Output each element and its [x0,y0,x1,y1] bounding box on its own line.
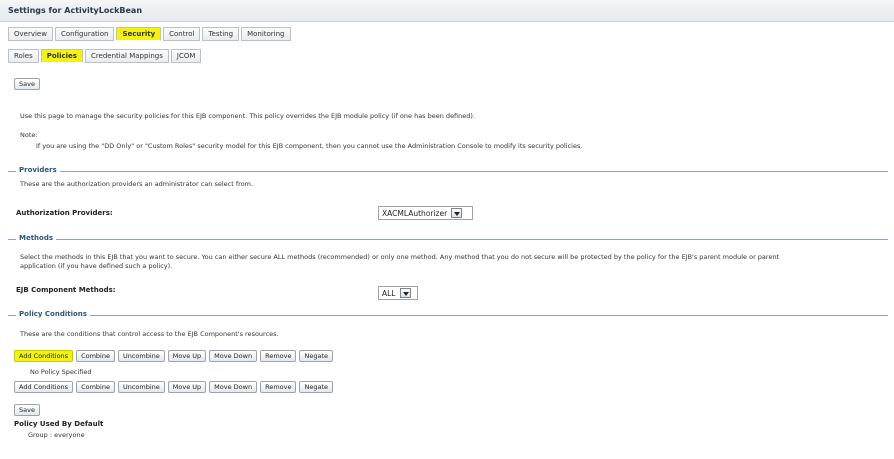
providers-section: Providers [8,166,888,176]
note-text: If you are using the "DD Only" or "Custo… [36,142,583,150]
uncombine-button[interactable]: Uncombine [117,381,165,393]
subtab-credential-mappings[interactable]: Credential Mappings [84,49,169,63]
negate-button[interactable]: Negate [299,350,334,362]
no-policy-text: No Policy Specified [30,368,92,376]
negate-button[interactable]: Negate [299,381,334,393]
tab-control[interactable]: Control [163,27,201,41]
chevron-down-icon[interactable] [451,208,463,218]
methods-desc-line1: Select the methods in this EJB that you … [20,253,780,261]
remove-button[interactable]: Remove [260,350,297,362]
main-tabs: Overview Configuration Security Control … [8,27,293,41]
tab-overview[interactable]: Overview [8,27,53,41]
intro-text: Use this page to manage the security pol… [20,112,476,120]
authorization-providers-value: XACMLAuthorizer [382,208,448,218]
add-conditions-button[interactable]: Add Conditions [14,350,74,362]
condition-buttons-top: Add Conditions Combine Uncombine Move Up… [14,350,334,362]
authorization-providers-select[interactable]: XACMLAuthorizer [378,206,473,220]
default-policy-heading: Policy Used By Default [14,420,104,428]
sub-tabs: Roles Policies Credential Mappings JCOM [8,49,203,63]
subtab-roles[interactable]: Roles [8,49,39,63]
save-button-top[interactable]: Save [14,78,40,90]
ejb-component-methods-value: ALL [382,288,396,298]
move-down-button[interactable]: Move Down [209,350,258,362]
chevron-down-icon[interactable] [399,288,411,298]
move-up-button[interactable]: Move Up [167,350,207,362]
move-up-button[interactable]: Move Up [167,381,207,393]
tab-security[interactable]: Security [116,27,162,41]
save-button-bottom[interactable]: Save [14,404,40,416]
policy-conditions-desc: These are the conditions that control ac… [20,330,279,338]
authorization-providers-label: Authorization Providers: [16,209,113,217]
combine-button[interactable]: Combine [76,381,115,393]
default-policy-value: Group : everyone [28,431,85,439]
subtab-policies[interactable]: Policies [40,49,83,63]
title-bar: Settings for ActivityLockBean [0,0,894,22]
ejb-component-methods-label: EJB Component Methods: [16,286,116,294]
providers-heading: Providers [16,166,60,174]
note-label: Note: [20,131,38,139]
tab-testing[interactable]: Testing [202,27,240,41]
remove-button[interactable]: Remove [260,381,297,393]
add-conditions-button[interactable]: Add Conditions [14,381,74,393]
methods-heading: Methods [16,234,57,242]
page-title: Settings for ActivityLockBean [8,6,143,15]
policy-conditions-heading: Policy Conditions [16,310,90,318]
policy-conditions-section: Policy Conditions [8,310,888,320]
combine-button[interactable]: Combine [76,350,115,362]
providers-desc: These are the authorization providers an… [20,180,254,188]
subtab-jcom[interactable]: JCOM [170,49,202,63]
tab-monitoring[interactable]: Monitoring [241,27,291,41]
methods-desc-line2: application (if you have defined such a … [20,262,173,270]
ejb-component-methods-select[interactable]: ALL [378,286,418,300]
condition-buttons-bottom: Add Conditions Combine Uncombine Move Up… [14,381,334,393]
tab-configuration[interactable]: Configuration [54,27,115,41]
move-down-button[interactable]: Move Down [209,381,258,393]
methods-section: Methods [8,234,888,244]
uncombine-button[interactable]: Uncombine [117,350,165,362]
